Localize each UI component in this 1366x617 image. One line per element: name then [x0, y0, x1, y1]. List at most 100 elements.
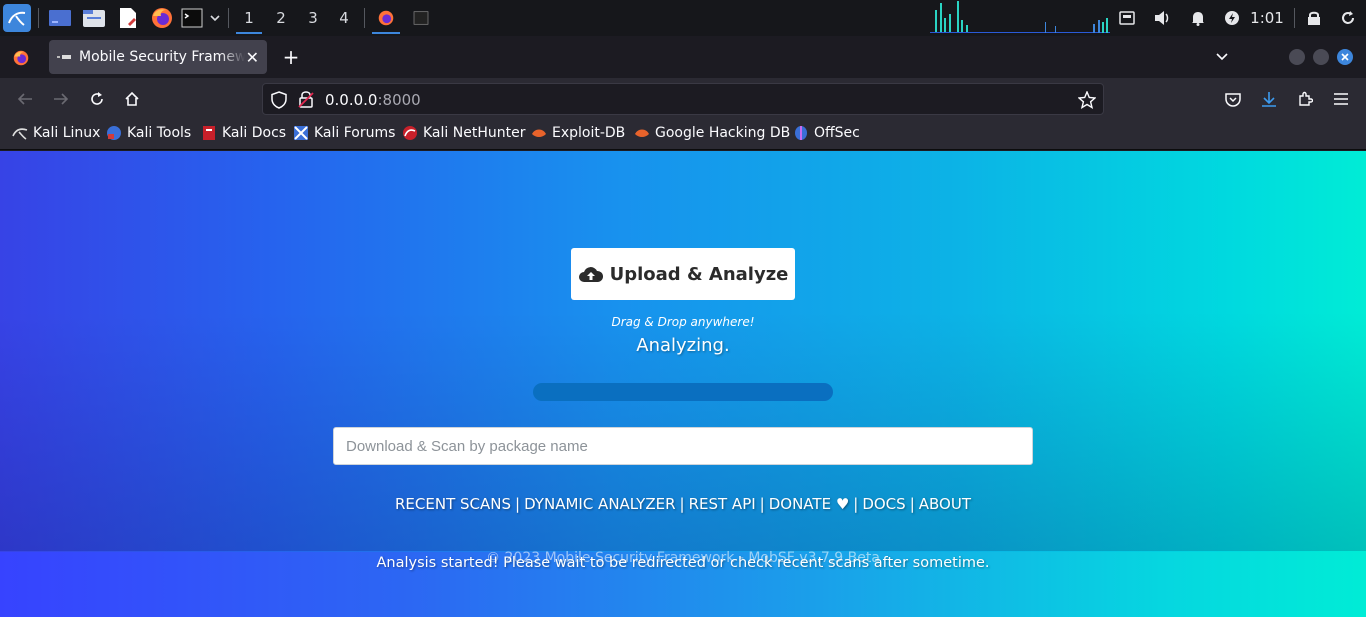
network-icon: [1119, 11, 1135, 25]
workspace-label: 3: [308, 9, 318, 27]
tab-close-icon[interactable]: ✕: [246, 48, 259, 67]
star-icon[interactable]: [1078, 91, 1096, 109]
power-manager-button[interactable]: [1222, 0, 1242, 36]
bookmark-kali-docs[interactable]: Kali Docs: [201, 125, 286, 141]
top-panel: 1 2 3 4 1:01: [0, 0, 1366, 36]
back-button[interactable]: [14, 88, 36, 110]
power-icon: [1225, 11, 1239, 25]
package-name-input[interactable]: [333, 427, 1033, 465]
home-button[interactable]: [121, 88, 143, 110]
app-menu-button[interactable]: [1330, 88, 1352, 110]
firefox-icon: [13, 50, 29, 66]
url-text[interactable]: 0.0.0.0:8000: [325, 91, 421, 109]
minimize-button[interactable]: [1289, 49, 1305, 65]
reload-button[interactable]: [86, 88, 108, 110]
link-dynamic-analyzer[interactable]: DYNAMIC ANALYZER: [524, 495, 675, 513]
downloads-button[interactable]: [1258, 88, 1280, 110]
bookmark-label: OffSec: [814, 125, 860, 141]
panel-separator: [228, 8, 229, 28]
taskbar-firefox[interactable]: [370, 0, 402, 36]
bookmark-kali-forums[interactable]: Kali Forums: [293, 125, 395, 141]
arrow-left-icon: [17, 93, 32, 105]
url-bar[interactable]: 0.0.0.0:8000: [262, 83, 1104, 115]
panel-separator: [1294, 8, 1295, 28]
workspace-label: 4: [339, 9, 349, 27]
workspace-4[interactable]: 4: [329, 0, 359, 36]
kali-forums-icon: [293, 125, 309, 141]
panel-separator: [38, 8, 39, 28]
launcher-dropdown[interactable]: [206, 0, 224, 36]
text-editor-icon: [120, 8, 136, 28]
hamburger-menu-icon: [1334, 93, 1348, 105]
panel-clock[interactable]: 1:01: [1248, 0, 1286, 36]
text-editor-button[interactable]: [114, 0, 142, 36]
shield-icon[interactable]: [271, 91, 287, 109]
forward-button[interactable]: [50, 88, 72, 110]
new-tab-button[interactable]: +: [280, 45, 302, 69]
terminal-launcher[interactable]: [180, 0, 204, 36]
lock-icon: [1308, 11, 1320, 25]
firefox-launcher[interactable]: [148, 0, 176, 36]
workspace-3[interactable]: 3: [298, 0, 328, 36]
url-port: :8000: [377, 91, 421, 109]
bookmark-offsec[interactable]: OffSec: [793, 125, 860, 141]
bookmark-kali-tools[interactable]: Kali Tools: [106, 125, 191, 141]
upload-analyze-button[interactable]: Upload & Analyze: [571, 248, 795, 300]
nav-toolbar: 0.0.0.0:8000: [0, 78, 1366, 120]
tab-mobsf[interactable]: Mobile Security Framework ✕: [49, 40, 267, 74]
mobsf-page: Upload & Analyze Drag & Drop anywhere! A…: [0, 151, 1366, 617]
pocket-button[interactable]: [1222, 88, 1244, 110]
terminal-icon: [413, 11, 429, 25]
link-about[interactable]: ABOUT: [919, 495, 971, 513]
link-rest-api[interactable]: REST API: [689, 495, 756, 513]
page-favicon-icon: [57, 55, 71, 59]
network-button[interactable]: [1117, 0, 1137, 36]
close-icon: [1341, 53, 1349, 61]
tab-bar: Mobile Security Framework ✕ +: [0, 36, 1366, 78]
firefox-view-button[interactable]: [10, 47, 32, 69]
close-window-button[interactable]: [1337, 49, 1353, 65]
kali-menu-button[interactable]: [2, 0, 32, 36]
workspace-1[interactable]: 1: [234, 0, 264, 36]
cloud-upload-icon: [578, 267, 603, 282]
terminal-icon: [181, 8, 203, 28]
maximize-button[interactable]: [1313, 49, 1329, 65]
notifications-button[interactable]: [1188, 0, 1208, 36]
bookmark-google-hacking-db[interactable]: Google Hacking DB: [634, 125, 790, 141]
workspace-2[interactable]: 2: [266, 0, 296, 36]
bookmark-label: Kali Tools: [127, 125, 192, 141]
link-separator: |: [909, 495, 915, 513]
analysis-progress-bar: [533, 383, 833, 401]
panel-separator: [364, 8, 365, 28]
bookmark-kali-linux[interactable]: Kali Linux: [12, 125, 100, 141]
link-docs[interactable]: DOCS: [862, 495, 905, 513]
download-icon: [1262, 92, 1276, 107]
file-manager-button[interactable]: [80, 0, 108, 36]
show-desktop-button[interactable]: [46, 0, 74, 36]
kali-dragon-icon: [12, 125, 28, 141]
offsec-icon: [793, 125, 809, 141]
list-all-tabs-button[interactable]: [1212, 48, 1232, 66]
clock-label: 1:01: [1250, 9, 1284, 27]
chevron-down-icon: [210, 14, 220, 21]
volume-button[interactable]: [1153, 0, 1173, 36]
insecure-lock-icon[interactable]: [298, 90, 314, 108]
arrow-right-icon: [54, 93, 69, 105]
link-recent-scans[interactable]: RECENT SCANS: [395, 495, 511, 513]
exploit-db-icon: [531, 125, 547, 141]
upload-label: Upload & Analyze: [609, 263, 789, 285]
bookmark-kali-nethunter[interactable]: Kali NetHunter: [402, 125, 525, 141]
link-donate[interactable]: DONATE ♥: [769, 495, 850, 513]
lock-screen-button[interactable]: [1304, 0, 1324, 36]
refresh-icon: [1342, 11, 1354, 24]
firefox-icon: [152, 8, 172, 28]
bookmark-exploit-db[interactable]: Exploit-DB: [531, 125, 625, 141]
taskbar-terminal[interactable]: [406, 0, 436, 36]
extensions-button[interactable]: [1294, 88, 1316, 110]
workspace-label: 1: [244, 9, 254, 27]
bookmark-label: Kali Forums: [314, 125, 396, 141]
bookmark-label: Google Hacking DB: [655, 125, 791, 141]
desktop-icon: [49, 10, 71, 26]
reload-icon: [91, 92, 103, 105]
logout-button[interactable]: [1338, 0, 1358, 36]
